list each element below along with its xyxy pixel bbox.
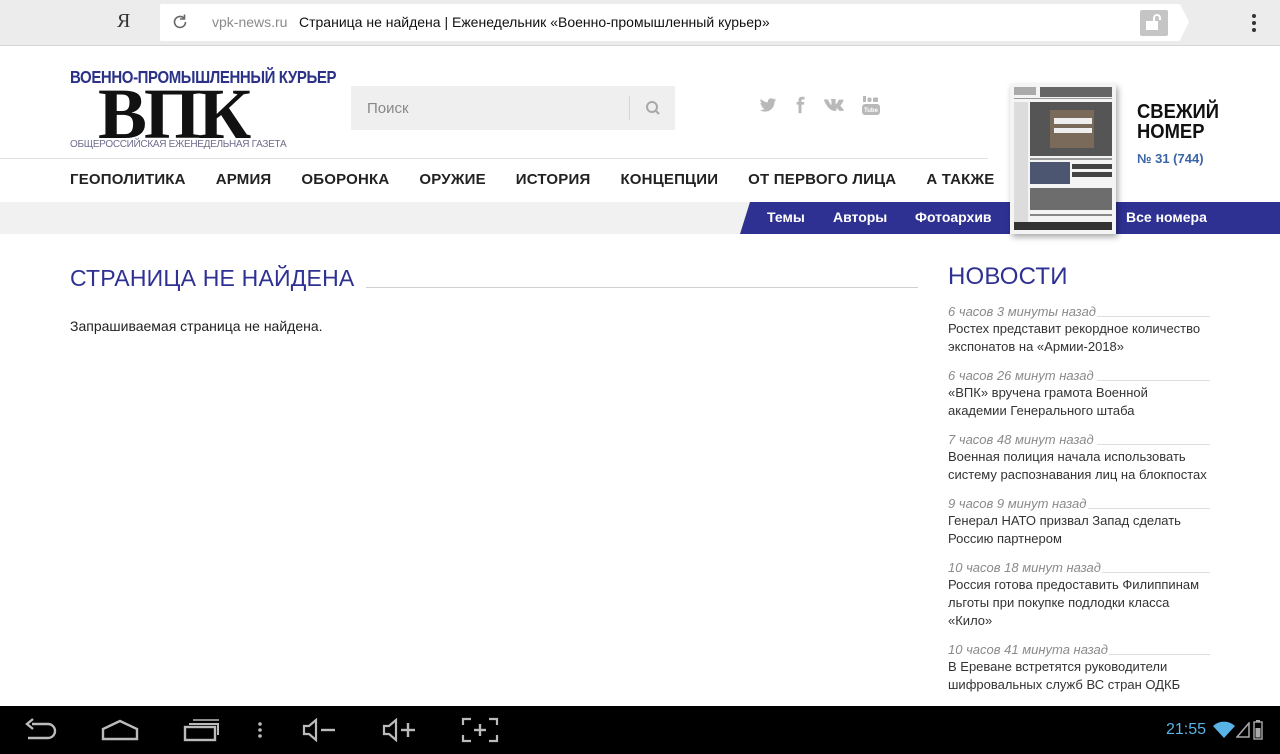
news-time-text: 10 часов 41 минута назад — [948, 642, 1108, 657]
nav-geopolitics[interactable]: ГЕОПОЛИТИКА — [70, 171, 186, 191]
svg-text:Tube: Tube — [864, 108, 879, 114]
twitter-link[interactable] — [759, 96, 777, 116]
news-headline[interactable]: Военная полиция начала использовать сист… — [948, 448, 1210, 484]
home-icon[interactable] — [100, 719, 140, 741]
news-time: 10 часов 41 минута назад — [948, 642, 1210, 657]
nav-first-person[interactable]: ОТ ПЕРВОГО ЛИЦА — [748, 171, 896, 191]
news-divider — [1109, 654, 1210, 655]
page-title-divider — [366, 287, 918, 288]
nav-weapons[interactable]: ОРУЖИЕ — [419, 171, 485, 191]
news-headline[interactable]: Генерал НАТО призвал Запад сделать Росси… — [948, 512, 1210, 548]
news-time: 6 часов 26 минут назад — [948, 368, 1210, 383]
news-headline[interactable]: В Ереване встретятся руководители шифров… — [948, 658, 1210, 694]
browser-toolbar: Я vpk-news.ru Страница не найдена | Ежен… — [0, 0, 1280, 46]
logo-bottom-text: ОБЩЕРОССИЙСКАЯ ЕЖЕНЕДЕЛЬНАЯ ГАЗЕТА — [70, 139, 287, 150]
news-time-text: 6 часов 3 минуты назад — [948, 304, 1096, 319]
news-item[interactable]: 7 часов 48 минут назад Военная полиция н… — [948, 432, 1210, 484]
fresh-issue-title[interactable]: СВЕЖИЙ НОМЕР — [1137, 102, 1219, 142]
yandex-button[interactable]: Я — [117, 10, 130, 33]
facebook-link[interactable] — [791, 96, 809, 116]
address-bar[interactable]: vpk-news.ru Страница не найдена | Еженед… — [160, 4, 1189, 41]
fresh-issue-title-line1: СВЕЖИЙ — [1137, 101, 1219, 123]
vk-link[interactable] — [823, 96, 845, 116]
news-item[interactable]: 10 часов 18 минут назад Россия готова пр… — [948, 560, 1210, 630]
news-time: 6 часов 3 минуты назад — [948, 304, 1210, 319]
news-divider — [1097, 380, 1210, 381]
issue-cover-image[interactable] — [1010, 84, 1116, 234]
recent-apps-icon[interactable] — [182, 718, 220, 742]
news-item[interactable]: 9 часов 9 минут назад Генерал НАТО призв… — [948, 496, 1210, 548]
news-divider — [1088, 508, 1210, 509]
subnav-authors[interactable]: Авторы — [833, 209, 887, 225]
news-time: 9 часов 9 минут назад — [948, 496, 1210, 511]
site-logo[interactable]: ВОЕННО-ПРОМЫШЛЕННЫЙ КУРЬЕР ВПК ОБЩЕРОССИ… — [70, 68, 336, 154]
news-headline[interactable]: «ВПК» вручена грамота Военной академии Г… — [948, 384, 1210, 420]
youtube-link[interactable]: Tube — [862, 96, 880, 116]
nav-history[interactable]: ИСТОРИЯ — [516, 171, 591, 191]
news-item[interactable]: 10 часов 41 минута назад В Ереване встре… — [948, 642, 1210, 694]
twitter-icon — [759, 98, 777, 112]
fresh-issue-number[interactable]: № 31 (744) — [1137, 151, 1204, 166]
search-input[interactable] — [351, 86, 629, 130]
url-page-title: Страница не найдена | Еженедельник «Воен… — [299, 14, 770, 30]
nav-top-divider — [0, 158, 988, 159]
search-icon — [646, 101, 660, 115]
vk-icon — [823, 99, 844, 111]
screenshot-icon[interactable] — [461, 717, 499, 743]
not-found-message: Запрашиваемая страница не найдена. — [70, 318, 323, 334]
back-icon[interactable] — [22, 718, 58, 742]
system-clock: 21:55 — [1166, 721, 1207, 738]
news-time-text: 6 часов 26 минут назад — [948, 368, 1094, 383]
youtube-icon: Tube — [862, 96, 880, 115]
signal-icon — [1236, 722, 1250, 738]
news-time-text: 10 часов 18 минут назад — [948, 560, 1101, 575]
nav-army[interactable]: АРМИЯ — [216, 171, 272, 191]
nav-concepts[interactable]: КОНЦЕПЦИИ — [620, 171, 718, 191]
news-divider — [1102, 572, 1210, 573]
volume-down-icon[interactable] — [301, 718, 337, 742]
news-headline[interactable]: Ростех представит рекордное количество э… — [948, 320, 1210, 356]
system-navigation-bar — [0, 706, 1280, 754]
fresh-issue-title-line2: НОМЕР — [1137, 121, 1205, 143]
main-nav: ГЕОПОЛИТИКА АРМИЯ ОБОРОНКА ОРУЖИЕ ИСТОРИ… — [70, 171, 995, 191]
nav-also[interactable]: А ТАКЖЕ — [926, 171, 994, 191]
battery-icon — [1253, 720, 1263, 740]
news-time: 10 часов 18 минут назад — [948, 560, 1210, 575]
nav-defense-industry[interactable]: ОБОРОНКА — [301, 171, 389, 191]
news-time-text: 9 часов 9 минут назад — [948, 496, 1087, 511]
url-domain: vpk-news.ru — [212, 14, 288, 30]
wifi-icon — [1213, 721, 1235, 738]
menu-kebab-icon[interactable] — [1247, 12, 1261, 34]
news-item[interactable]: 6 часов 26 минут назад «ВПК» вручена гра… — [948, 368, 1210, 420]
news-headline[interactable]: Россия готова предоставить Филиппинам ль… — [948, 576, 1210, 630]
facebook-icon — [796, 96, 805, 114]
news-time-text: 7 часов 48 минут назад — [948, 432, 1094, 447]
news-divider — [1097, 444, 1210, 445]
news-divider — [1097, 316, 1210, 317]
menu-dots-icon[interactable] — [256, 720, 264, 740]
search-button[interactable] — [631, 86, 675, 130]
volume-up-icon[interactable] — [381, 718, 417, 742]
news-heading: НОВОСТИ — [948, 263, 1068, 290]
news-time: 7 часов 48 минут назад — [948, 432, 1210, 447]
reload-icon[interactable] — [170, 12, 190, 32]
subnav-photo-archive[interactable]: Фотоархив — [915, 209, 992, 225]
subnav-themes[interactable]: Темы — [767, 209, 805, 225]
page-title: СТРАНИЦА НЕ НАЙДЕНА — [70, 265, 355, 291]
search-box — [351, 86, 675, 130]
search-divider — [629, 96, 630, 120]
subnav-all-issues[interactable]: Все номера — [1126, 209, 1207, 225]
lock-icon[interactable] — [1140, 10, 1168, 36]
news-item[interactable]: 6 часов 3 минуты назад Ростех представит… — [948, 304, 1210, 356]
